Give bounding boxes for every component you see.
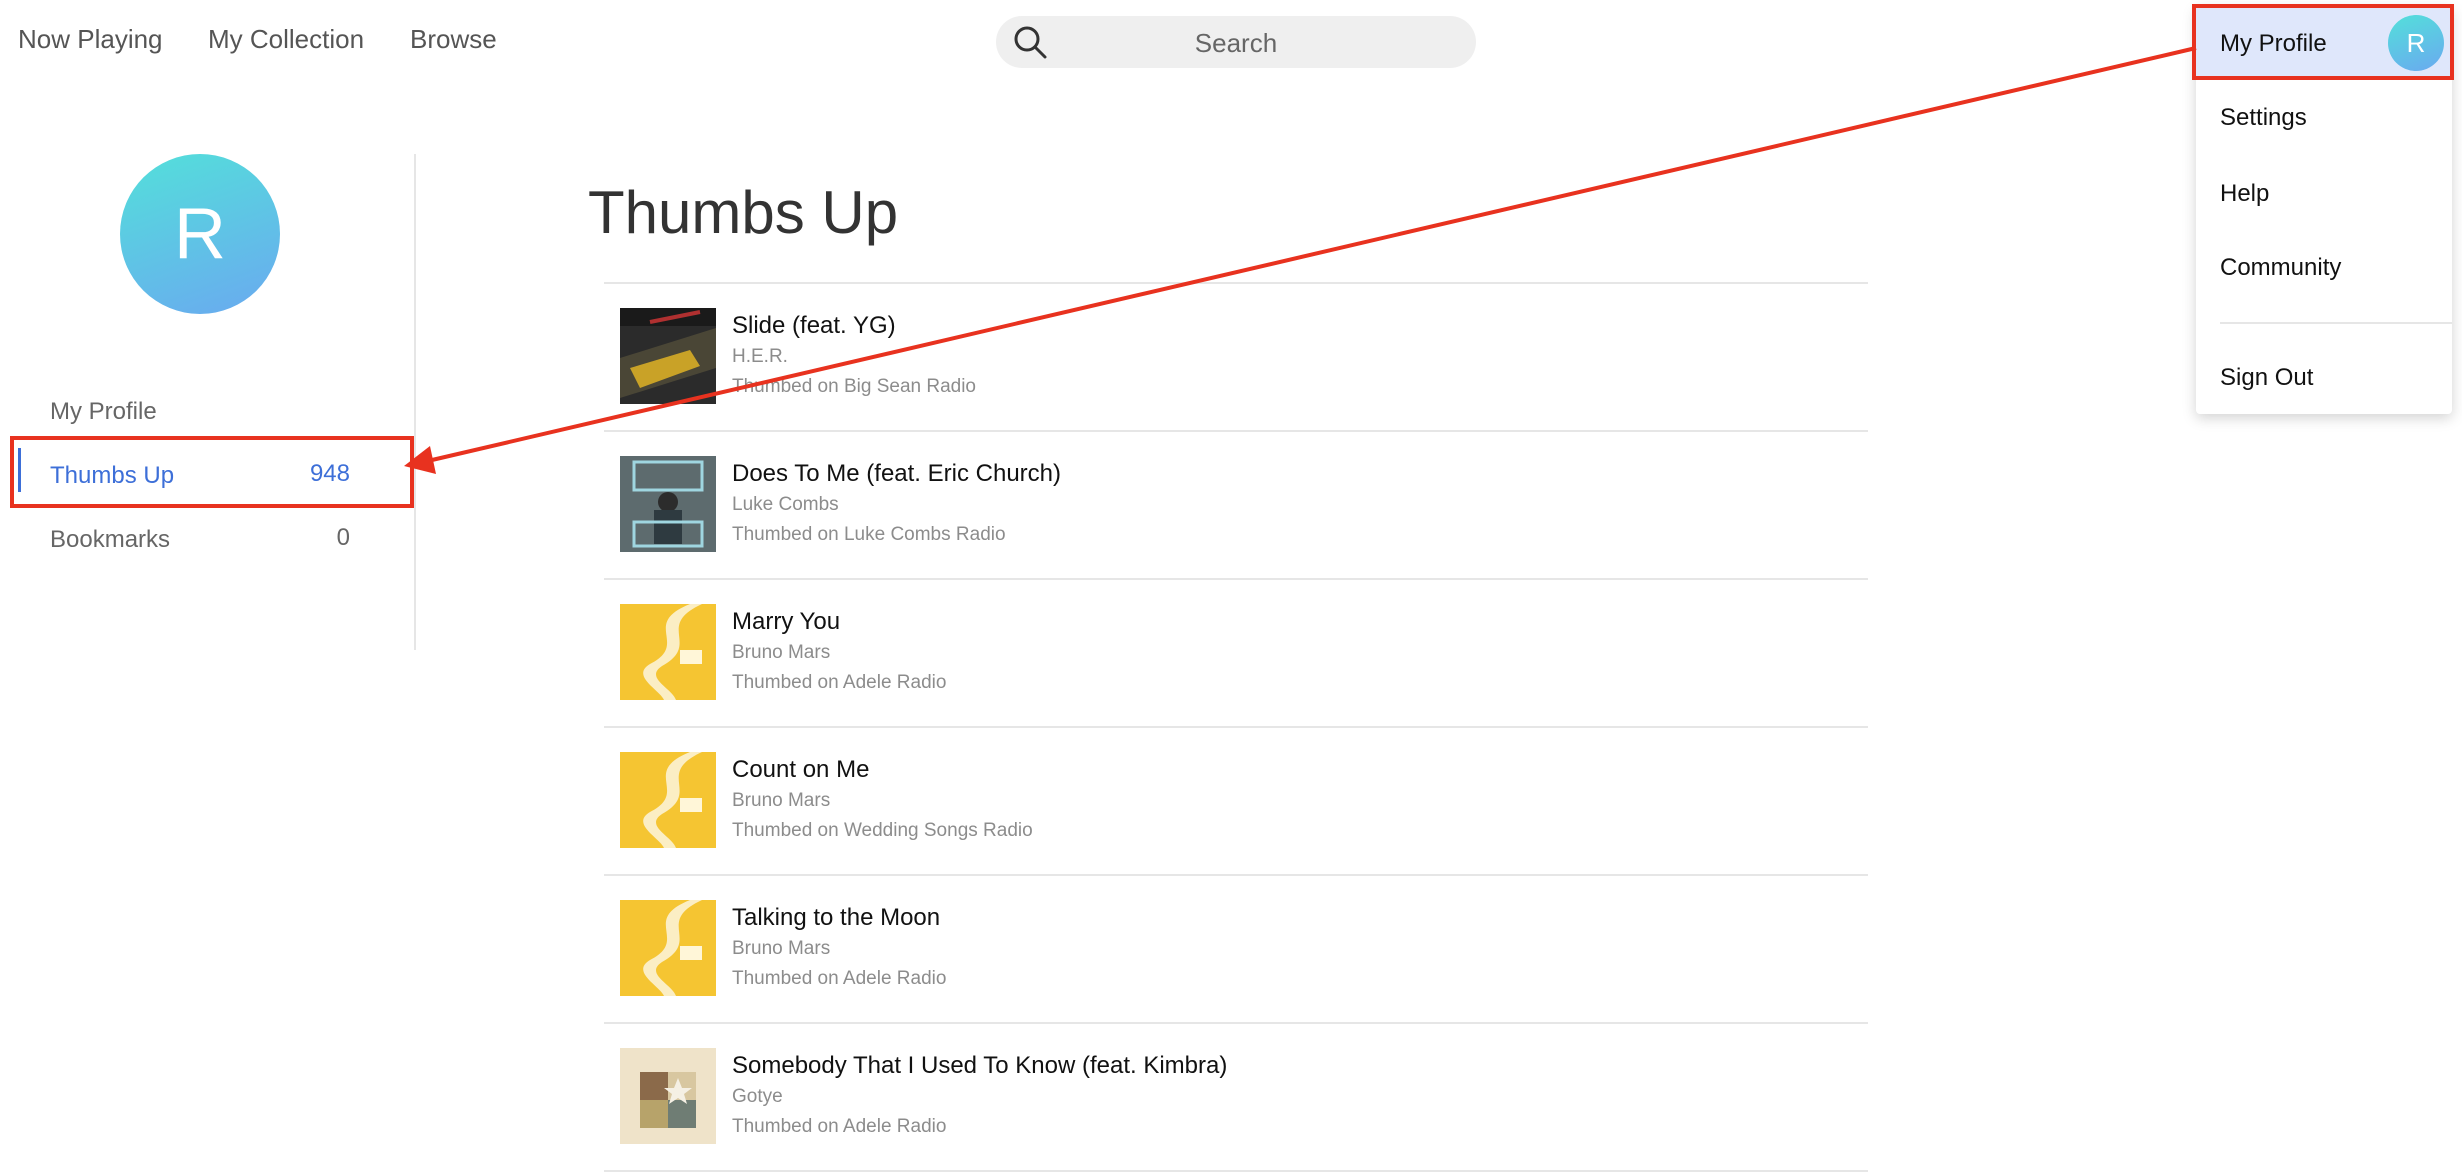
- profile-avatar: R: [120, 154, 280, 314]
- dropdown-item-community[interactable]: Community: [2220, 254, 2341, 282]
- track-source: Thumbed on Adele Radio: [732, 672, 947, 693]
- track-title: Count on Me: [732, 756, 870, 783]
- sidebar-item-count: 948: [309, 460, 350, 487]
- dropdown-item-help[interactable]: Help: [2220, 180, 2269, 208]
- track-artist: Luke Combs: [732, 494, 839, 515]
- album-art: [620, 604, 716, 700]
- track-artist: Bruno Mars: [732, 642, 831, 663]
- dropdown-item-settings[interactable]: Settings: [2220, 104, 2307, 132]
- sidebar-item-my-profile[interactable]: My Profile: [50, 392, 350, 432]
- track-artist: Bruno Mars: [732, 790, 831, 811]
- album-art: [620, 308, 716, 404]
- track-row[interactable]: Count on Me Bruno Mars Thumbed on Weddin…: [604, 726, 1868, 874]
- sidebar-item-count: 0: [336, 524, 350, 551]
- sidebar-divider: [414, 154, 416, 650]
- user-avatar[interactable]: R: [2388, 15, 2444, 71]
- dropdown-item-my-profile[interactable]: My Profile: [2220, 30, 2327, 58]
- nav-my-collection[interactable]: My Collection: [208, 24, 364, 55]
- track-artist: H.E.R.: [732, 346, 788, 367]
- dropdown-divider: [2220, 322, 2452, 324]
- track-source: Thumbed on Adele Radio: [732, 1116, 947, 1137]
- track-artist: Bruno Mars: [732, 938, 831, 959]
- album-art: [620, 900, 716, 996]
- track-row[interactable]: Does To Me (feat. Eric Church) Luke Comb…: [604, 430, 1868, 578]
- track-title: Does To Me (feat. Eric Church): [732, 460, 1062, 487]
- track-row[interactable]: Somebody That I Used To Know (feat. Kimb…: [604, 1022, 1868, 1172]
- sidebar-item-label: Bookmarks: [50, 526, 171, 553]
- track-title: Slide (feat. YG): [732, 312, 896, 339]
- search-placeholder: Search: [1194, 28, 1278, 58]
- track-title: Marry You: [732, 608, 841, 635]
- track-row[interactable]: Marry You Bruno Mars Thumbed on Adele Ra…: [604, 578, 1868, 726]
- track-row[interactable]: Slide (feat. YG) H.E.R. Thumbed on Big S…: [604, 282, 1868, 430]
- album-art: [620, 1048, 716, 1144]
- track-title: Somebody That I Used To Know (feat. Kimb…: [732, 1052, 1228, 1079]
- sidebar-item-label: Thumbs Up: [50, 462, 175, 489]
- nav-browse[interactable]: Browse: [410, 24, 497, 55]
- active-indicator: [18, 448, 21, 492]
- nav-now-playing[interactable]: Now Playing: [18, 24, 163, 55]
- top-nav: Now Playing My Collection Browse Search: [0, 0, 2462, 84]
- sidebar-item-bookmarks[interactable]: Bookmarks 0: [50, 520, 350, 560]
- sidebar-item-label: My Profile: [50, 398, 157, 425]
- track-row[interactable]: Talking to the Moon Bruno Mars Thumbed o…: [604, 874, 1868, 1022]
- profile-dropdown-menu: My Profile R Settings Help Community Sig…: [2196, 6, 2452, 414]
- page-title: Thumbs Up: [588, 179, 899, 246]
- track-source: Thumbed on Adele Radio: [732, 968, 947, 989]
- track-artist: Gotye: [732, 1086, 783, 1107]
- track-source: Thumbed on Big Sean Radio: [732, 376, 976, 397]
- album-art: [620, 752, 716, 848]
- track-source: Thumbed on Luke Combs Radio: [732, 524, 1006, 545]
- sidebar-item-thumbs-up[interactable]: Thumbs Up 948: [50, 456, 350, 496]
- track-source: Thumbed on Wedding Songs Radio: [732, 820, 1033, 841]
- search-input[interactable]: Search: [996, 16, 1476, 68]
- album-art: [620, 456, 716, 552]
- dropdown-item-sign-out[interactable]: Sign Out: [2220, 364, 2313, 392]
- track-list: Slide (feat. YG) H.E.R. Thumbed on Big S…: [604, 282, 1868, 1172]
- track-title: Talking to the Moon: [732, 904, 941, 931]
